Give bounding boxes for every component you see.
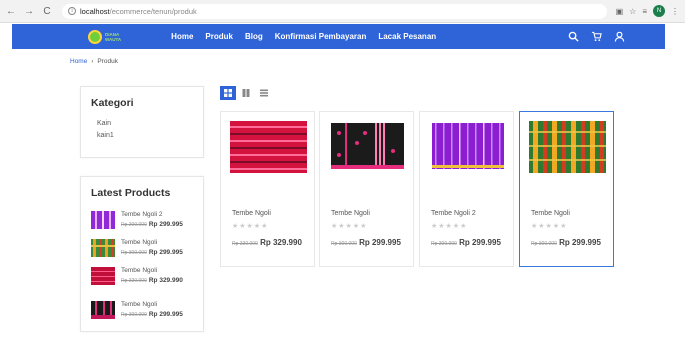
nav-lacak-pesanan[interactable]: Lacak Pesanan — [378, 32, 436, 41]
logo-mark — [88, 29, 102, 44]
latest-product-new-price: Rp 299.995 — [148, 249, 183, 256]
latest-product-old-price: Rp 300.000 — [121, 222, 147, 228]
latest-product-name: Tembe Ngoli — [121, 267, 158, 274]
product-image — [429, 121, 506, 173]
url-host: localhost — [80, 6, 110, 16]
latest-product-image — [91, 211, 115, 229]
cart-icon[interactable] — [591, 31, 602, 42]
latest-product-image — [91, 301, 115, 319]
nav-blog[interactable]: Blog — [245, 32, 263, 41]
product-new-price: Rp 299.995 — [359, 238, 401, 247]
latest-product-old-price: Rp 300.000 — [121, 312, 147, 318]
latest-product-name: Tembe Ngoli 2 — [121, 211, 163, 218]
breadcrumb: Home › Produk — [70, 58, 118, 65]
product-image — [230, 121, 307, 173]
latest-product-old-price: Rp 330.000 — [121, 278, 147, 284]
kategori-title: Kategori — [91, 97, 134, 109]
product-card[interactable]: Tembe Ngoli 2 ★★★★★ Rp 300.000 Rp 299.99… — [419, 111, 514, 267]
latest-product-name: Tembe Ngoli — [121, 239, 158, 246]
kategori-panel: Kategori Kain kain1 — [80, 86, 204, 158]
product-new-price: Rp 299.995 — [459, 238, 501, 247]
product-card[interactable]: Tembe Ngoli ★★★★★ Rp 300.000 Rp 299.995 — [319, 111, 414, 267]
forward-icon[interactable]: → — [22, 4, 36, 18]
latest-product-name: Tembe Ngoli — [121, 301, 158, 308]
cast-icon[interactable]: ≡ — [642, 7, 647, 16]
back-icon[interactable]: ← — [4, 4, 18, 18]
latest-product-image — [91, 267, 115, 285]
latest-product-item[interactable]: Tembe Ngoli 2 Rp 300.000 Rp 299.995 — [91, 211, 183, 229]
nav-home[interactable]: Home — [171, 32, 193, 41]
address-bar[interactable]: i localhost/ecommerce/tenun/produk — [62, 3, 607, 19]
info-icon[interactable]: i — [68, 7, 76, 15]
menu-icon[interactable]: ⋮ — [671, 7, 679, 16]
nav-links: Home Produk Blog Konfirmasi Pembayaran L… — [171, 32, 436, 41]
profile-avatar[interactable]: N — [653, 5, 665, 17]
product-card[interactable]: Tembe Ngoli ★★★★★ Rp 300.000 Rp 299.995 — [519, 111, 614, 267]
view-toggles — [220, 86, 272, 100]
rating-stars: ★★★★★ — [431, 223, 468, 230]
rating-stars: ★★★★★ — [331, 223, 368, 230]
latest-product-item[interactable]: Tembe Ngoli Rp 300.000 Rp 299.995 — [91, 301, 183, 319]
list-view-icon[interactable] — [238, 86, 254, 100]
site-logo[interactable]: DIANA WAUTA — [88, 29, 122, 44]
latest-product-image — [91, 239, 115, 257]
product-old-price: Rp 300.000 — [331, 241, 357, 247]
product-old-price: Rp 300.000 — [431, 241, 457, 247]
product-new-price: Rp 299.995 — [559, 238, 601, 247]
user-icon[interactable] — [614, 31, 625, 42]
browser-toolbar: ← → C i localhost/ecommerce/tenun/produk… — [0, 0, 685, 23]
latest-products-panel: Latest Products Tembe Ngoli 2 Rp 300.000… — [80, 176, 204, 332]
star-icon[interactable]: ☆ — [629, 7, 636, 16]
product-new-price: Rp 329.990 — [260, 238, 302, 247]
latest-product-new-price: Rp 299.995 — [148, 221, 183, 228]
latest-product-item[interactable]: Tembe Ngoli Rp 330.000 Rp 329.990 — [91, 267, 183, 285]
product-image — [329, 121, 406, 173]
nav-konfirmasi-pembayaran[interactable]: Konfirmasi Pembayaran — [275, 32, 367, 41]
compact-list-view-icon[interactable] — [256, 86, 272, 100]
latest-product-item[interactable]: Tembe Ngoli Rp 300.000 Rp 299.995 — [91, 239, 183, 257]
latest-product-new-price: Rp 329.990 — [148, 277, 183, 284]
product-name[interactable]: Tembe Ngoli — [331, 210, 370, 217]
kategori-item-kain[interactable]: Kain — [97, 120, 203, 127]
breadcrumb-separator: › — [91, 58, 94, 65]
product-name[interactable]: Tembe Ngoli — [531, 210, 570, 217]
product-image — [529, 121, 606, 173]
url-path: /ecommerce/tenun/produk — [109, 6, 197, 16]
latest-product-old-price: Rp 300.000 — [121, 250, 147, 256]
product-card[interactable]: Tembe Ngoli ★★★★★ Rp 330.000 Rp 329.990 — [220, 111, 315, 267]
search-icon[interactable] — [568, 31, 579, 42]
breadcrumb-home[interactable]: Home — [70, 58, 87, 65]
nav-produk[interactable]: Produk — [205, 32, 233, 41]
product-old-price: Rp 300.000 — [531, 241, 557, 247]
grid-view-icon[interactable] — [220, 86, 236, 100]
kategori-item-kain1[interactable]: kain1 — [97, 132, 203, 139]
product-name[interactable]: Tembe Ngoli — [232, 210, 271, 217]
reload-icon[interactable]: C — [40, 4, 54, 18]
site-navbar: DIANA WAUTA Home Produk Blog Konfirmasi … — [12, 24, 665, 49]
latest-products-title: Latest Products — [91, 187, 171, 199]
logo-text-line2: WAUTA — [105, 36, 122, 42]
product-name[interactable]: Tembe Ngoli 2 — [431, 210, 476, 217]
rating-stars: ★★★★★ — [232, 223, 269, 230]
translate-icon[interactable]: ▣ — [616, 7, 624, 16]
breadcrumb-current: Produk — [97, 58, 118, 65]
rating-stars: ★★★★★ — [531, 223, 568, 230]
latest-product-new-price: Rp 299.995 — [148, 311, 183, 318]
product-old-price: Rp 330.000 — [232, 241, 258, 247]
